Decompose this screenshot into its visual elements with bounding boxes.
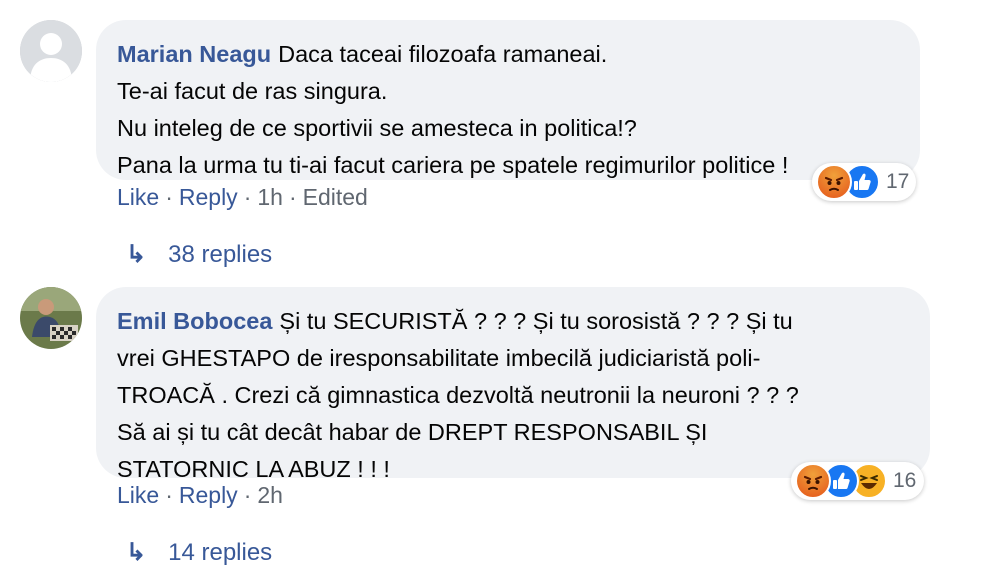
- comment-line: Pana la urma tu ti-ai facut cariera pe s…: [117, 152, 789, 178]
- separator-dot: ·: [243, 482, 252, 508]
- avatar-default[interactable]: [20, 20, 82, 82]
- avatar-user-photo[interactable]: [20, 287, 82, 349]
- angry-emoji-icon: [795, 463, 831, 499]
- comment-line: Marian Neagu Daca taceai filozoafa ramane…: [117, 36, 898, 73]
- comment-actions: Like · Reply · 2h: [117, 482, 283, 509]
- reply-link[interactable]: Reply: [179, 184, 238, 210]
- reply-arrow-icon: ↳: [126, 539, 147, 566]
- comment-actions: Like · Reply · 1h · Edited: [117, 184, 368, 211]
- replies-count-label: 38 replies: [168, 241, 273, 268]
- reply-link[interactable]: Reply: [179, 482, 238, 508]
- comment-line: vrei GHESTAPO de iresponsabilitate imbec…: [117, 345, 761, 371]
- default-avatar-icon: [20, 20, 82, 82]
- reaction-summary[interactable]: 16: [791, 462, 924, 500]
- comment-line: Nu inteleg de ce sportivii se amesteca i…: [117, 115, 637, 141]
- comment-author[interactable]: Emil Bobocea: [117, 308, 272, 334]
- comment-text: Daca taceai filozoafa ramaneai.: [278, 41, 608, 67]
- comment-bubble: Marian Neagu Daca taceai filozoafa ramane…: [96, 20, 920, 180]
- comment-author[interactable]: Marian Neagu: [117, 41, 271, 67]
- like-link[interactable]: Like: [117, 482, 159, 508]
- like-link[interactable]: Like: [117, 184, 159, 210]
- reaction-summary[interactable]: 17: [812, 163, 916, 201]
- view-replies-link[interactable]: ↳ 38 replies: [126, 240, 272, 269]
- reaction-count: 17: [886, 170, 910, 193]
- separator-dot: ·: [165, 184, 173, 210]
- comment-text: Și tu SECURISTĂ ? ? ? Și tu sorosistă ? …: [279, 308, 793, 334]
- reply-arrow-icon: ↳: [126, 241, 147, 268]
- user-photo-icon: [20, 287, 82, 349]
- replies-count-label: 14 replies: [168, 539, 273, 566]
- timestamp[interactable]: 1h: [257, 184, 283, 210]
- comment-line: TROACĂ . Crezi că gimnastica dezvoltă ne…: [117, 382, 799, 408]
- edited-label[interactable]: Edited: [303, 184, 368, 210]
- reaction-count: 16: [893, 469, 917, 492]
- comment-line: Te-ai facut de ras singura.: [117, 78, 388, 104]
- comment-line: Emil Bobocea Și tu SECURISTĂ ? ? ? Și tu …: [117, 303, 908, 340]
- separator-dot: ·: [243, 184, 252, 210]
- separator-dot: ·: [288, 184, 297, 210]
- comment-line: Să ai și tu cât decât habar de DREPT RES…: [117, 419, 708, 445]
- angry-emoji-icon: [816, 164, 852, 200]
- comment-bubble: Emil Bobocea Și tu SECURISTĂ ? ? ? Și tu …: [96, 287, 930, 482]
- separator-dot: ·: [165, 482, 173, 508]
- view-replies-link[interactable]: ↳ 14 replies: [126, 538, 272, 567]
- timestamp[interactable]: 2h: [257, 482, 283, 508]
